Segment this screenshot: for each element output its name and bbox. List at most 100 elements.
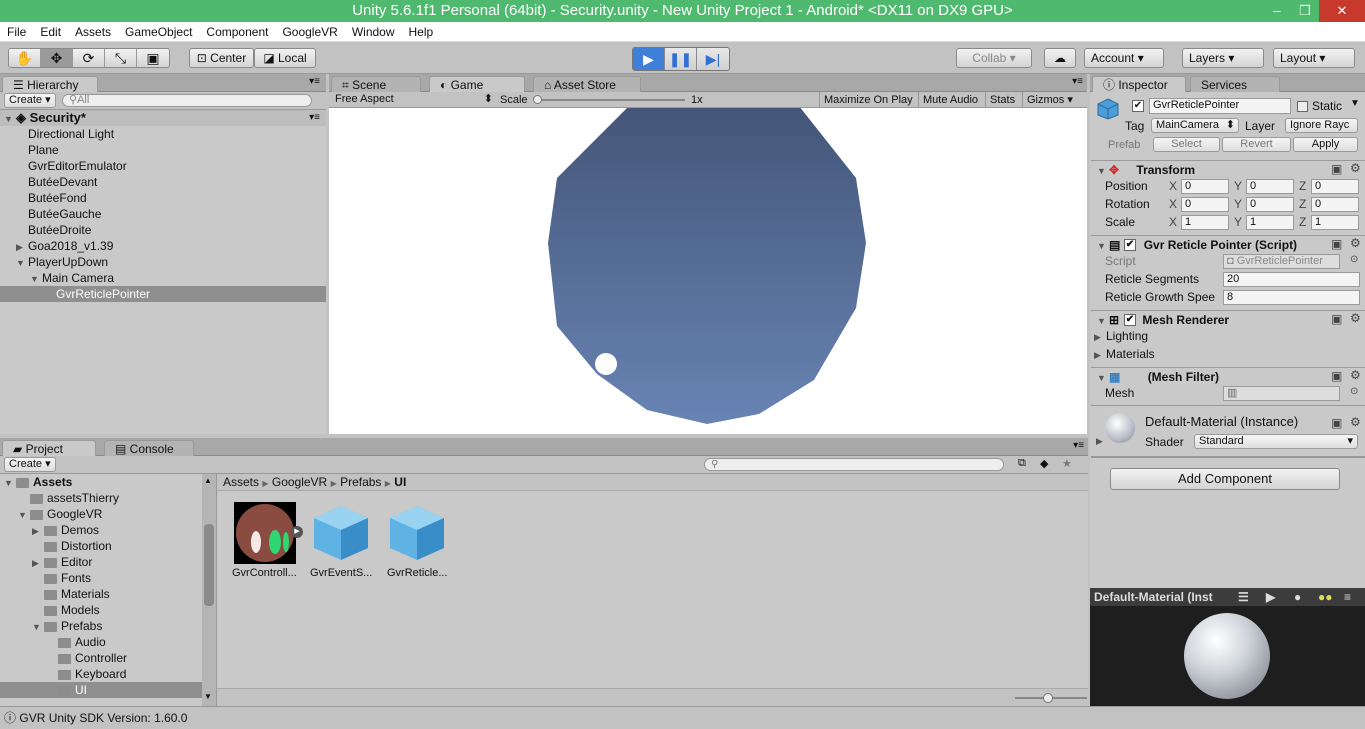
menu-window[interactable]: Window <box>345 22 402 41</box>
expand-arrow-icon[interactable]: ▶ <box>16 239 28 255</box>
hierarchy-item[interactable]: Directional Light <box>0 126 326 142</box>
project-tree-item[interactable]: Fonts <box>0 570 202 586</box>
breadcrumb-prefabs[interactable]: Prefabs <box>340 475 381 489</box>
project-create-dropdown[interactable]: Create ▾ <box>4 457 56 472</box>
position-z-field[interactable]: 0 <box>1311 179 1359 194</box>
transform-header[interactable]: ▼ ✥ Transform <box>1091 160 1365 178</box>
preview-sphere-icon[interactable]: ● <box>1294 588 1301 606</box>
project-tree-item[interactable]: Distortion <box>0 538 202 554</box>
project-tree-item[interactable]: Models <box>0 602 202 618</box>
project-tree-item[interactable]: Materials <box>0 586 202 602</box>
hierarchy-item[interactable]: ▼ Main Camera <box>0 270 326 286</box>
static-dropdown-icon[interactable]: ▼ <box>1350 98 1360 109</box>
object-name-field[interactable]: GvrReticlePointer <box>1149 98 1291 114</box>
scale-slider-thumb[interactable] <box>533 95 542 104</box>
project-search-input[interactable]: ⚲ <box>704 458 1004 471</box>
rotate-tool-icon[interactable]: ⟳ <box>73 49 105 67</box>
prefab-apply-button[interactable]: Apply <box>1293 137 1358 152</box>
project-tree-item[interactable]: ▶ Demos <box>0 522 202 538</box>
hierarchy-item[interactable]: ButéeDevant <box>0 174 326 190</box>
move-tool-icon[interactable]: ✥ <box>41 49 73 67</box>
y-axis-label[interactable]: Y <box>1234 178 1242 194</box>
active-checkbox[interactable]: ✔ <box>1132 100 1144 112</box>
x-axis-label[interactable]: X <box>1169 178 1177 194</box>
mute-audio-toggle[interactable]: Mute Audio <box>918 92 982 108</box>
rotation-y-field[interactable]: 0 <box>1246 197 1294 212</box>
layout-dropdown[interactable]: Layout ▾ <box>1273 48 1355 68</box>
scale-y-field[interactable]: 1 <box>1246 215 1294 230</box>
menu-component[interactable]: Component <box>199 22 275 41</box>
tab-hierarchy[interactable]: ☰ Hierarchy <box>2 76 98 92</box>
aspect-dropdown[interactable]: Free Aspect ⬍ <box>335 92 493 107</box>
cloud-button[interactable]: ☁ <box>1044 48 1076 68</box>
tab-asset-store[interactable]: ⌂ Asset Store <box>533 76 641 92</box>
expand-arrow-icon[interactable]: ▼ <box>16 255 28 271</box>
rect-tool-icon[interactable]: ▣ <box>137 49 169 67</box>
add-component-button[interactable]: Add Component <box>1110 468 1340 490</box>
scale-z-field[interactable]: 1 <box>1311 215 1359 230</box>
close-button[interactable]: ✕ <box>1319 0 1365 22</box>
mesh-field[interactable]: ▥ <box>1223 386 1340 401</box>
project-tree-item[interactable]: UI <box>0 682 202 698</box>
z-axis-label[interactable]: Z <box>1299 196 1306 212</box>
position-x-field[interactable]: 0 <box>1181 179 1229 194</box>
script-component-header[interactable]: ▼ ▤ ✔ Gvr Reticle Pointer (Script) <box>1091 235 1365 253</box>
hierarchy-item[interactable]: ▼ PlayerUpDown <box>0 254 326 270</box>
y-axis-label[interactable]: Y <box>1234 214 1242 230</box>
menu-googlevr[interactable]: GoogleVR <box>275 22 344 41</box>
gizmos-dropdown[interactable]: Gizmos ▾ <box>1022 92 1082 108</box>
filter-label-icon[interactable]: ◆ <box>1040 457 1048 470</box>
expand-arrow-icon[interactable]: ▼ <box>32 619 44 635</box>
layer-dropdown[interactable]: Ignore Rayc <box>1285 118 1358 133</box>
gear-icon[interactable]: ⚙ <box>1350 161 1361 175</box>
static-checkbox[interactable] <box>1297 101 1308 112</box>
project-tree-item[interactable]: Controller <box>0 650 202 666</box>
game-viewport[interactable] <box>329 108 1087 434</box>
menu-assets[interactable]: Assets <box>68 22 118 41</box>
hierarchy-item[interactable]: ButéeFond <box>0 190 326 206</box>
account-dropdown[interactable]: Account ▾ <box>1084 48 1164 68</box>
tab-console[interactable]: ▤ Console <box>104 440 194 456</box>
gear-icon[interactable]: ⚙ <box>1350 415 1361 429</box>
project-tree-item[interactable]: ▼ Prefabs <box>0 618 202 634</box>
x-axis-label[interactable]: X <box>1169 214 1177 230</box>
scroll-down-icon[interactable]: ▼ <box>204 692 212 701</box>
preview-play-icon[interactable]: ▶ <box>1266 588 1275 606</box>
hierarchy-item[interactable]: GvrReticlePointer <box>0 286 326 302</box>
tab-inspector[interactable]: ⓘ Inspector <box>1092 76 1186 92</box>
menu-help[interactable]: Help <box>402 22 441 41</box>
icon-size-slider-thumb[interactable] <box>1043 693 1053 703</box>
tree-scrollbar[interactable]: ▲ ▼ <box>202 474 216 706</box>
menu-gameobject[interactable]: GameObject <box>118 22 199 41</box>
favorite-star-icon[interactable]: ★ <box>1062 457 1072 470</box>
menu-file[interactable]: File <box>0 22 33 41</box>
pivot-local-button[interactable]: ◪ Local <box>254 48 316 68</box>
gear-icon[interactable]: ⚙ <box>1350 236 1361 250</box>
help-icon[interactable]: ▣ <box>1331 237 1342 251</box>
drag-handle-icon[interactable]: ☰ <box>1238 588 1249 606</box>
hierarchy-create-dropdown[interactable]: Create ▾ <box>4 93 56 108</box>
play-button[interactable]: ▶ <box>633 48 665 70</box>
scale-x-field[interactable]: 1 <box>1181 215 1229 230</box>
project-tree-item[interactable]: Keyboard <box>0 666 202 682</box>
expand-arrow-icon[interactable]: ▶ <box>32 523 44 539</box>
breadcrumb-googlevr[interactable]: GoogleVR <box>272 475 327 489</box>
breadcrumb-assets[interactable]: Assets <box>223 475 259 489</box>
panel-menu-icon[interactable]: ▾≡ <box>309 76 320 87</box>
tab-scene[interactable]: ⌗ Scene <box>331 76 421 92</box>
rotation-x-field[interactable]: 0 <box>1181 197 1229 212</box>
mesh-picker-icon[interactable]: ⊙ <box>1350 386 1358 397</box>
tab-project[interactable]: ▰ Project <box>2 440 96 456</box>
pivot-center-button[interactable]: ⊡ Center <box>189 48 254 68</box>
gear-icon[interactable]: ⚙ <box>1350 311 1361 325</box>
expand-prefab-icon[interactable]: ▶ <box>291 526 303 538</box>
mesh-renderer-enabled-checkbox[interactable]: ✔ <box>1124 314 1136 326</box>
stats-toggle[interactable]: Stats <box>985 92 1019 108</box>
collab-dropdown[interactable]: Collab ▾ <box>956 48 1032 68</box>
layers-dropdown[interactable]: Layers ▾ <box>1182 48 1264 68</box>
project-panel-menu-icon[interactable]: ▾≡ <box>1073 440 1084 451</box>
pause-button[interactable]: ❚❚ <box>665 48 697 70</box>
materials-foldout[interactable]: ▶ Materials <box>1094 346 1155 363</box>
material-foldout-icon[interactable]: ▶ <box>1096 436 1103 447</box>
expand-arrow-icon[interactable]: ▶ <box>32 555 44 571</box>
